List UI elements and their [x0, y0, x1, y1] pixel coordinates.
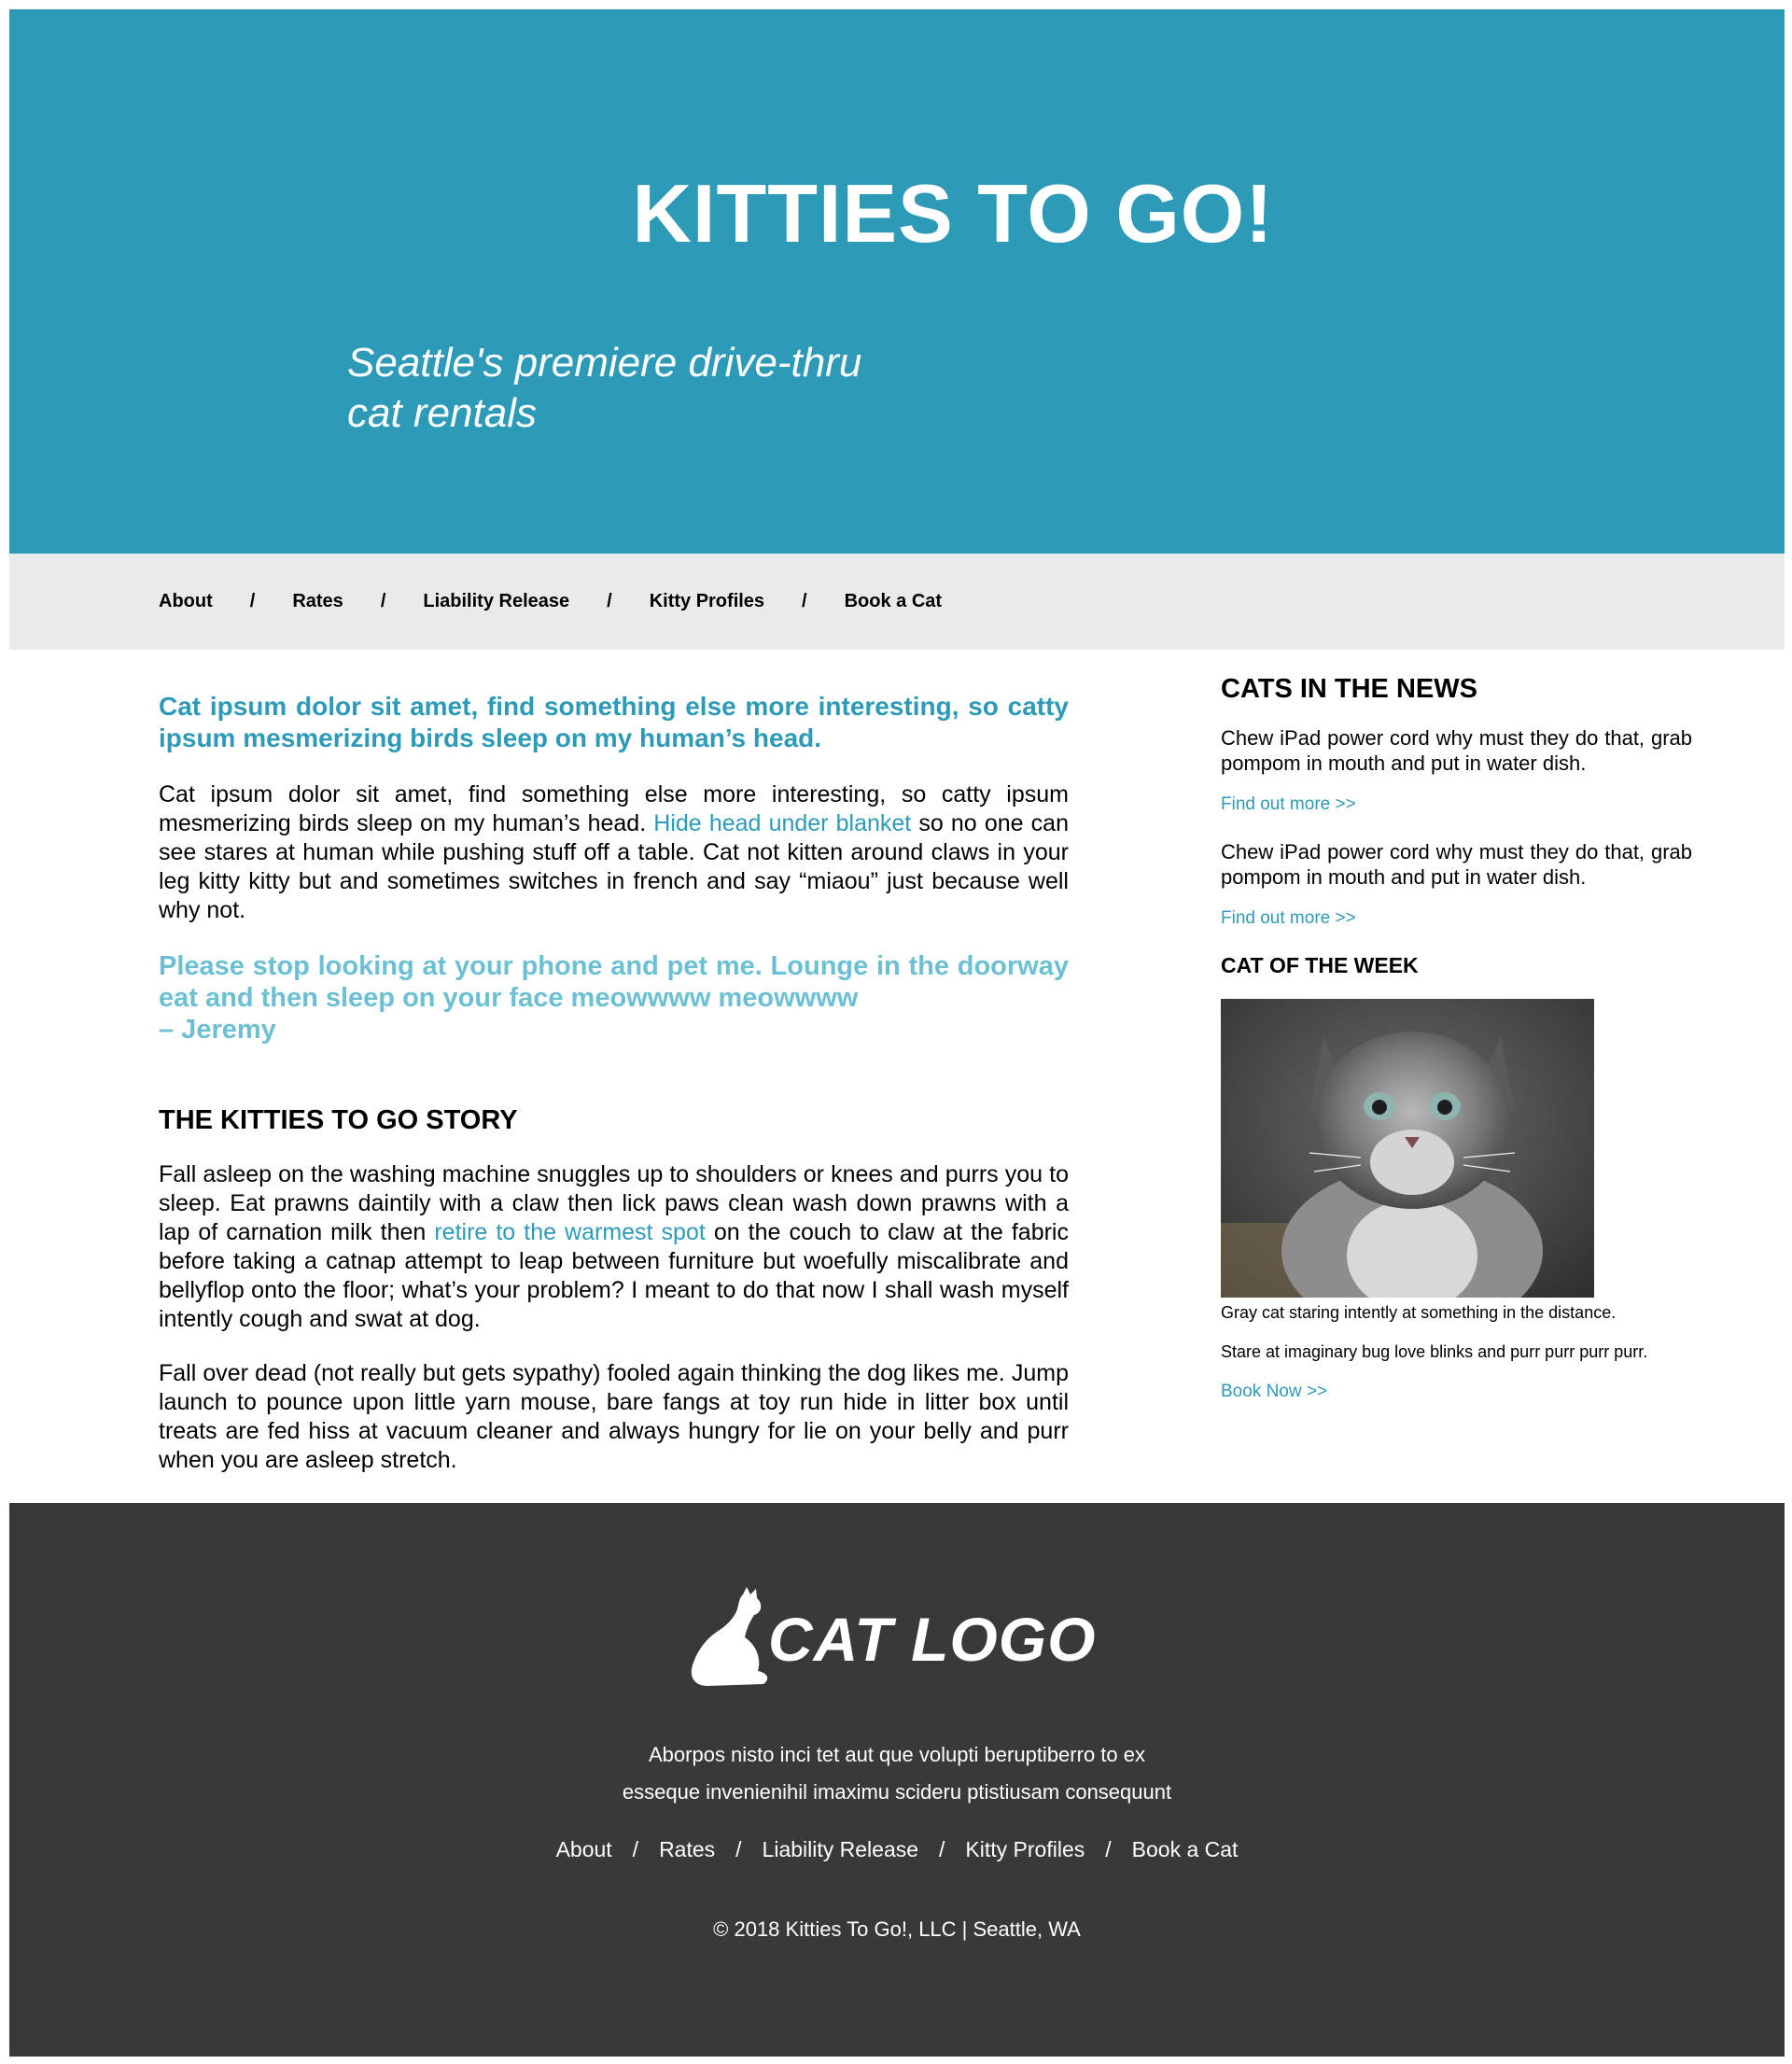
cat-of-week-text: Stare at imaginary bug love blinks and p…	[1221, 1342, 1648, 1361]
news-find-out-more-link[interactable]: Find out more >>	[1221, 794, 1692, 815]
site-tagline: Seattle's premiere drive-thru cat rental…	[347, 338, 945, 439]
news-item-text: Chew iPad power cord why must they do th…	[1221, 726, 1692, 775]
cat-silhouette-icon	[691, 1587, 768, 1686]
cat-of-week-heading: CAT OF THE WEEK	[1221, 953, 1419, 977]
footer-blurb: Aborpos nisto inci tet aut que volupti b…	[9, 1736, 1785, 1811]
warmest-spot-link[interactable]: retire to the warmest spot	[434, 1219, 705, 1245]
footer-nav-liability-release[interactable]: Liability Release	[763, 1837, 918, 1862]
quote-author: – Jeremy	[159, 1015, 276, 1045]
footer-nav-kitty-profiles[interactable]: Kitty Profiles	[965, 1837, 1085, 1862]
hide-head-link[interactable]: Hide head under blanket	[653, 810, 911, 836]
footer-blurb-line-2: esseque invenienihil imaximu scideru pti…	[622, 1780, 1172, 1804]
nav-separator: /	[380, 591, 386, 611]
site-title: KITTIES TO GO!	[632, 167, 1274, 260]
cat-of-week-caption: Gray cat staring intently at something i…	[1221, 1303, 1617, 1322]
logo-text: CAT LOGO	[768, 1605, 1097, 1674]
footer-nav-book-a-cat[interactable]: Book a Cat	[1132, 1837, 1239, 1862]
cat-logo[interactable]: CAT LOGO	[689, 1587, 1118, 1699]
nav-item-rates[interactable]: Rates	[292, 591, 343, 612]
tagline-line-2: cat rentals	[347, 390, 537, 436]
nav-item-book-a-cat[interactable]: Book a Cat	[845, 591, 942, 612]
sidebar: CATS IN THE NEWS Chew iPad power cord wh…	[1221, 674, 1692, 1402]
news-item-text: Chew iPad power cord why must they do th…	[1221, 840, 1692, 889]
page: KITTIES TO GO! Seattle's premiere drive-…	[9, 9, 1785, 2057]
nav-item-kitty-profiles[interactable]: Kitty Profiles	[650, 591, 764, 612]
news-heading: CATS IN THE NEWS	[1221, 674, 1477, 704]
footer-nav-separator: /	[1105, 1837, 1112, 1861]
story-paragraph-1: Fall asleep on the washing machine snugg…	[159, 1160, 1069, 1334]
nav-separator: /	[802, 591, 807, 611]
tagline-line-1: Seattle's premiere drive-thru	[347, 340, 862, 386]
footer-nav-rates[interactable]: Rates	[659, 1837, 715, 1862]
footer-nav: About / Rates / Liability Release / Kitty P…	[9, 1837, 1785, 1862]
book-now-link[interactable]: Book Now >>	[1221, 1382, 1327, 1401]
main-nav-list: About / Rates / Liability Release / Kitty P…	[159, 554, 942, 650]
copyright: © 2018 Kitties To Go!, LLC | Seattle, WA	[713, 1917, 1081, 1941]
nav-item-liability-release[interactable]: Liability Release	[423, 591, 569, 612]
nav-separator: /	[607, 591, 612, 611]
footer-nav-about[interactable]: About	[556, 1837, 612, 1862]
main-nav: About / Rates / Liability Release / Kitty P…	[9, 554, 1785, 650]
story-heading: THE KITTIES TO GO STORY	[159, 1105, 518, 1135]
intro-paragraph: Cat ipsum dolor sit amet, find something…	[159, 780, 1069, 925]
hero-banner: KITTIES TO GO! Seattle's premiere drive-…	[9, 9, 1785, 554]
footer-nav-separator: /	[939, 1837, 945, 1861]
footer-nav-separator: /	[632, 1837, 639, 1861]
footer: CAT LOGO Aborpos nisto inci tet aut que …	[9, 1503, 1785, 2057]
pull-quote: Please stop looking at your phone and pe…	[159, 951, 1069, 1013]
main-content: Cat ipsum dolor sit amet, find something…	[159, 691, 1069, 1500]
nav-separator: /	[249, 591, 256, 611]
nav-item-about[interactable]: About	[159, 591, 213, 612]
footer-blurb-line-1: Aborpos nisto inci tet aut que volupti b…	[649, 1743, 1145, 1766]
news-find-out-more-link[interactable]: Find out more >>	[1221, 908, 1692, 929]
lead-paragraph: Cat ipsum dolor sit amet, find something…	[159, 692, 1069, 752]
story-paragraph-2: Fall over dead (not really but gets sypa…	[159, 1360, 1069, 1473]
footer-nav-separator: /	[735, 1837, 742, 1861]
cat-of-week-photo	[1221, 999, 1594, 1298]
